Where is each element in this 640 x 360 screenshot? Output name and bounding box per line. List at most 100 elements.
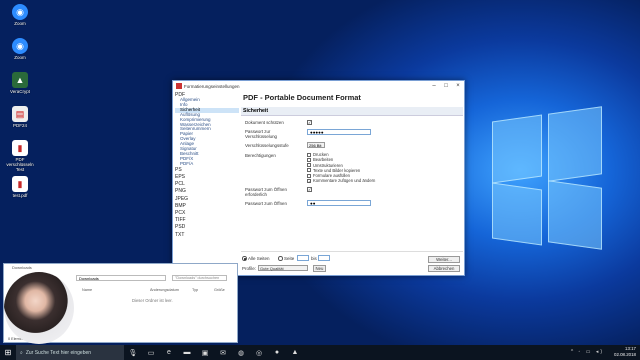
taskbar-search[interactable]: ⌕ Zur Suche Text hier eingeben <box>16 345 124 360</box>
permission-checkbox[interactable] <box>307 152 311 157</box>
nav-item-format[interactable]: PCX <box>175 210 239 217</box>
permission-label: Formulare ausfüllen <box>313 173 351 179</box>
dialog-titlebar[interactable]: Formatierungseinstellungen – □ × <box>173 81 464 91</box>
taskbar: ⊞ ⌕ Zur Suche Text hier eingeben 🎙 ▭ e ▬… <box>0 345 640 360</box>
desktop-icon-veracrypt[interactable]: ▲ VeraCrypt <box>4 72 36 94</box>
desktop-icon-pdf-test[interactable]: ▮ PDF verschlüsseln Test <box>4 140 36 172</box>
permission-label: Bearbeiten <box>313 157 334 163</box>
all-pages-radio[interactable] <box>242 256 247 261</box>
page-to-input[interactable] <box>318 255 330 261</box>
wallpaper-pane <box>548 106 602 182</box>
nav-item-format[interactable]: PNG <box>175 188 239 195</box>
permission-label: Kommentare zufügen und ändern <box>313 178 376 184</box>
permission-checkbox[interactable] <box>307 173 311 178</box>
permission-label: Drucken <box>313 152 329 157</box>
close-button[interactable]: × <box>452 83 464 89</box>
profile-select[interactable]: Gute Qualität <box>258 265 308 271</box>
explorer-search-input[interactable]: "Downloads" durchsuchen <box>172 275 227 281</box>
clock[interactable]: 13:17 02.08.2018 <box>614 346 636 358</box>
permission-label: Umstrukturieren <box>313 162 343 168</box>
column-header-name[interactable]: Name <box>82 288 92 292</box>
system-tray-icons[interactable]: ^ ◦ ▭ ◂) <box>571 349 604 355</box>
permissions-list: Drucken Bearbeiten Umstrukturieren Texte… <box>307 152 375 184</box>
nav-item-format[interactable]: JPEG <box>175 196 239 203</box>
zoom-icon: ◉ <box>12 4 28 20</box>
app-icon <box>176 83 182 89</box>
permission-checkbox[interactable] <box>307 163 311 168</box>
nav-item-format[interactable]: TIFF <box>175 217 239 224</box>
dialog-title: Formatierungseinstellungen <box>184 83 240 89</box>
encryption-password-input[interactable]: ●●●●● <box>307 129 371 135</box>
firefox-icon[interactable]: ◍ <box>232 349 250 357</box>
page-from-input[interactable] <box>297 255 309 261</box>
store-icon[interactable]: ▣ <box>196 349 214 357</box>
desktop-icon-zoom[interactable]: ◉ Zoom <box>4 38 36 60</box>
wallpaper-pane <box>492 182 542 246</box>
nav-item-format[interactable]: PS <box>175 167 239 174</box>
open-required-checkbox[interactable]: ✓ <box>307 187 312 192</box>
strength-label: Verschlüsselungsstufe <box>245 143 289 148</box>
file-explorer-icon[interactable]: ▬ <box>178 349 196 356</box>
mail-icon[interactable]: ✉ <box>214 349 232 357</box>
app-icon[interactable]: ● <box>268 349 286 356</box>
explorer-title: Downloads <box>12 265 32 270</box>
page-range-radio[interactable] <box>278 256 283 261</box>
address-bar[interactable]: Downloads <box>76 275 166 281</box>
settings-panel: PDF - Portable Document Format Sicherhei… <box>241 92 463 116</box>
dialog-bottom-bar: Alle Seiten Seite bis Profile: Gute Qual… <box>241 251 463 275</box>
pdf-file-icon: ▮ <box>12 140 28 156</box>
permission-label: Texte und Bilder kopieren <box>313 167 361 173</box>
pdf24-icon: ▤ <box>12 106 28 122</box>
column-header-size[interactable]: Größe <box>214 288 225 292</box>
protect-checkbox[interactable]: ✓ <box>307 120 312 125</box>
permission-checkbox[interactable]: ✓ <box>307 178 311 183</box>
protect-label: Dokument schützen <box>245 120 284 125</box>
permission-checkbox[interactable] <box>307 168 311 173</box>
maximize-button[interactable]: □ <box>440 83 452 89</box>
desktop-icon-pdf24[interactable]: ▤ PDF24 <box>4 106 36 128</box>
column-header-date[interactable]: Änderungsdatum <box>150 288 179 292</box>
webcam-overlay <box>4 272 74 344</box>
new-profile-button[interactable]: Neu <box>313 265 326 272</box>
open-required-label: Passwort zum Öffnen erforderlich <box>245 187 287 197</box>
all-pages-label: Alle Seiten <box>248 256 270 261</box>
clock-date: 02.08.2018 <box>614 352 636 357</box>
nav-item-format[interactable]: PCL <box>175 181 239 188</box>
nav-item-format[interactable]: PSD <box>175 224 239 231</box>
taskbar-search-placeholder: Zur Suche Text hier eingeben <box>25 349 92 356</box>
pdf-file-icon: ▮ <box>12 176 28 192</box>
search-icon: ⌕ <box>20 349 23 356</box>
cancel-button[interactable]: Abbrechen <box>428 265 460 272</box>
nav-item-format[interactable]: EPS <box>175 174 239 181</box>
minimize-button[interactable]: – <box>428 83 440 89</box>
desktop-icon-test-pdf[interactable]: ▮ test.pdf <box>4 176 36 198</box>
page-label: Seite <box>284 256 295 261</box>
format-settings-dialog: Formatierungseinstellungen – □ × PDF All… <box>172 80 465 276</box>
desktop-icon-zoom[interactable]: ◉ Zoom <box>4 4 36 26</box>
format-nav: PDF Allgemein Info Sicherheit Auflösung … <box>175 92 239 252</box>
to-label: bis <box>311 256 317 261</box>
open-pw-label: Passwort zum Öffnen <box>245 201 287 206</box>
continue-button[interactable]: Weiter... <box>428 256 460 263</box>
chrome-icon[interactable]: ◎ <box>250 349 268 357</box>
microphone-icon[interactable]: 🎙 <box>124 349 142 357</box>
edge-icon[interactable]: e <box>160 349 178 356</box>
pdf24-taskbar-icon[interactable]: ▲ <box>286 349 304 356</box>
permission-checkbox[interactable] <box>307 157 311 162</box>
empty-folder-message: Dieser Ordner ist leer. <box>132 298 173 303</box>
format-heading: PDF - Portable Document Format <box>243 93 361 102</box>
open-password-input[interactable]: ●● <box>307 200 371 206</box>
wallpaper-pane <box>492 114 542 184</box>
section-title: Sicherheit <box>241 107 463 116</box>
veracrypt-icon: ▲ <box>12 72 28 88</box>
profile-label: Profile: <box>242 266 257 271</box>
task-view-icon[interactable]: ▭ <box>142 349 160 357</box>
nav-item-format[interactable]: TXT <box>175 232 239 239</box>
zoom-icon: ◉ <box>12 38 28 54</box>
encryption-strength-select[interactable]: 256 Bit <box>307 142 325 148</box>
nav-item-format[interactable]: BMP <box>175 203 239 210</box>
column-header-type[interactable]: Typ <box>192 288 198 292</box>
wallpaper-pane <box>548 180 602 250</box>
windows-start-icon[interactable]: ⊞ <box>0 348 16 357</box>
pw-label: Passwort zur Verschlüsselung <box>245 129 277 139</box>
